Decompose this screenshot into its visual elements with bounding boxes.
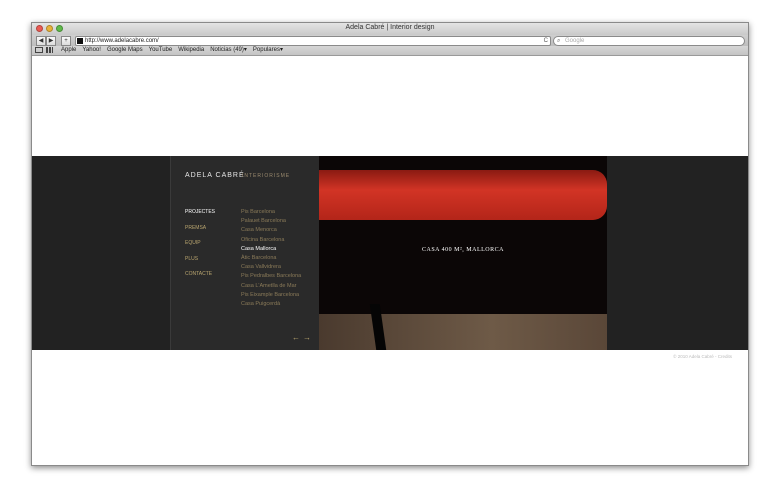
nav-item-equip[interactable]: EQUIP — [185, 240, 215, 256]
project-photo: CASA 400 M², MALLORCA — [319, 156, 607, 350]
project-list: Pis Barcelona Palauet Barcelona Casa Men… — [241, 209, 301, 310]
site-tagline: INTERIORISME — [242, 173, 291, 179]
bookmark-google-maps[interactable]: Google Maps — [107, 46, 143, 55]
site-logo[interactable]: ADELA CABRÉ — [185, 172, 245, 179]
nav-item-plus[interactable]: PLUS — [185, 256, 215, 272]
site-menu-panel: ADELA CABRÉ INTERIORISME PROJECTES PREMS… — [170, 156, 320, 350]
nav-item-premsa[interactable]: PREMSA — [185, 225, 215, 241]
bookmarks-bar: Apple Yahoo! Google Maps YouTube Wikiped… — [32, 46, 748, 56]
back-button[interactable]: ◀ — [36, 36, 46, 46]
project-item[interactable]: Casa Puigcerdà — [241, 301, 301, 310]
reload-icon[interactable]: C — [544, 37, 548, 45]
project-item[interactable]: Pis Eixample Barcelona — [241, 292, 301, 301]
project-item[interactable]: Casa Menorca — [241, 227, 301, 236]
bookmark-wikipedia[interactable]: Wikipedia — [178, 46, 204, 55]
project-item[interactable]: Pis Barcelona — [241, 209, 301, 218]
address-bar[interactable]: http://www.adelacabre.com/ C — [75, 36, 551, 46]
top-sites-grid-icon[interactable] — [46, 47, 53, 53]
bookmark-tools — [35, 47, 53, 53]
bookmark-youtube[interactable]: YouTube — [149, 46, 173, 55]
site-band: ADELA CABRÉ INTERIORISME PROJECTES PREMS… — [32, 156, 748, 350]
site-favicon-icon — [77, 38, 83, 44]
url-text[interactable]: http://www.adelacabre.com/ — [85, 37, 159, 45]
project-item[interactable]: Àtic Barcelona — [241, 255, 301, 264]
search-field[interactable]: ⌕ Google — [553, 36, 745, 46]
browser-window: Adela Cabré | Interior design ◀ ▶ + http… — [31, 22, 749, 466]
nav-buttons: ◀ ▶ + — [36, 36, 71, 46]
page-content: ADELA CABRÉ INTERIORISME PROJECTES PREMS… — [32, 56, 748, 465]
search-placeholder[interactable]: Google — [565, 37, 584, 45]
bookmark-list: Apple Yahoo! Google Maps YouTube Wikiped… — [61, 46, 283, 55]
project-item[interactable]: Pis Pedralbes Barcelona — [241, 273, 301, 282]
copyright-text: © 2010 Adela Cabré - Credits — [673, 354, 732, 359]
project-item[interactable]: Casa Vallvidrera — [241, 264, 301, 273]
next-arrow-icon[interactable]: → — [303, 333, 314, 342]
photo-caption: CASA 400 M², MALLORCA — [422, 247, 504, 253]
title-bar: Adela Cabré | Interior design — [32, 23, 748, 35]
forward-button[interactable]: ▶ — [46, 36, 56, 46]
bookmark-noticias[interactable]: Noticias (49)▾ — [210, 46, 247, 55]
browser-toolbar: ◀ ▶ + http://www.adelacabre.com/ C ⌕ Goo… — [32, 35, 748, 46]
bookmarks-book-icon[interactable] — [35, 47, 43, 53]
window-title: Adela Cabré | Interior design — [345, 24, 435, 31]
bookmark-populares[interactable]: Populares▾ — [253, 46, 283, 55]
nav-item-contacte[interactable]: CONTACTE — [185, 271, 215, 287]
project-item[interactable]: Palauet Barcelona — [241, 218, 301, 227]
main-nav: PROJECTES PREMSA EQUIP PLUS CONTACTE — [185, 209, 215, 287]
add-bookmark-button[interactable]: + — [61, 36, 71, 46]
wooden-floor-shape — [319, 314, 607, 350]
red-sofa-shape — [319, 170, 607, 220]
prev-arrow-icon[interactable]: ← — [292, 333, 303, 342]
project-item[interactable]: Oficina Barcelona — [241, 237, 301, 246]
nav-item-projectes[interactable]: PROJECTES — [185, 209, 215, 225]
bookmark-yahoo[interactable]: Yahoo! — [82, 46, 101, 55]
search-icon: ⌕ — [557, 38, 561, 44]
project-item-active[interactable]: Casa Mallorca — [241, 246, 301, 255]
gallery-arrows: ←→ — [292, 333, 314, 342]
bookmark-apple[interactable]: Apple — [61, 46, 76, 55]
project-item[interactable]: Casa L'Ametlla de Mar — [241, 283, 301, 292]
